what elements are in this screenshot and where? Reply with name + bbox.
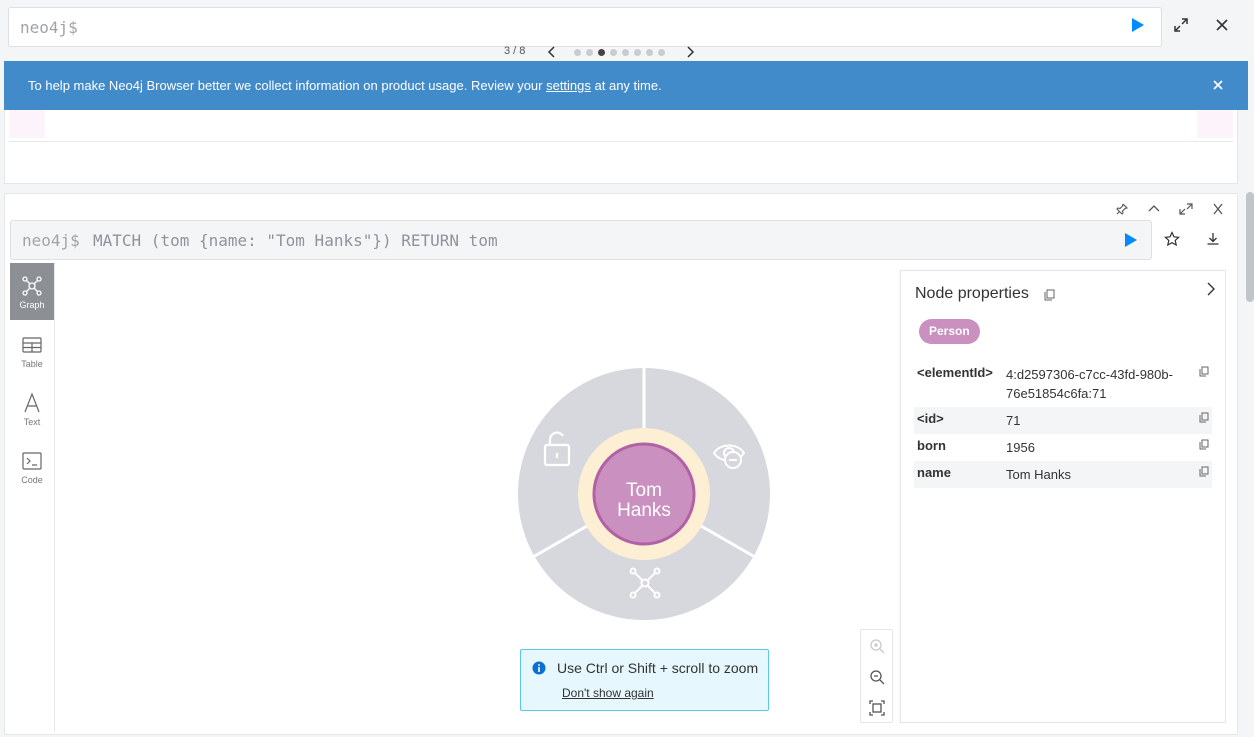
usage-banner: To help make Neo4j Browser better we col… — [4, 61, 1248, 110]
editor-prompt: neo4j$ — [20, 18, 78, 37]
tab-code-label: Code — [21, 475, 43, 485]
properties-title: Node properties — [915, 285, 1029, 302]
top-editor[interactable]: neo4j$ — [8, 7, 1162, 47]
tab-text[interactable]: Text — [10, 380, 54, 437]
query-editor[interactable]: neo4j$ MATCH (tom {name: "Tom Hanks"}) R… — [10, 220, 1152, 260]
carousel-dot[interactable] — [622, 49, 629, 56]
chevron-right-icon[interactable] — [683, 45, 697, 59]
banner-text: To help make Neo4j Browser better we col… — [28, 78, 662, 93]
copy-icon[interactable] — [1199, 412, 1209, 423]
tab-graph-label: Graph — [19, 300, 45, 310]
info-icon — [532, 661, 546, 675]
pin-icon[interactable] — [1113, 202, 1131, 216]
query-run-icon[interactable] — [1124, 232, 1138, 248]
carousel-dot[interactable] — [574, 49, 581, 56]
zoom-controls — [860, 629, 893, 723]
carousel-dots[interactable] — [574, 49, 665, 56]
code-icon — [22, 452, 42, 470]
text-icon — [24, 392, 40, 413]
graph-icon — [22, 276, 42, 296]
node-caption-line2: Hanks — [617, 500, 671, 521]
property-value: Tom Hanks — [1003, 461, 1192, 488]
zoom-hint: Use Ctrl or Shift + scroll to zoom Don't… — [520, 649, 769, 711]
properties-table: <elementId> 4:d2597306-c7cc-43fd-980b-76e… — [914, 361, 1212, 488]
property-value: 1956 — [1006, 440, 1035, 455]
property-key: <elementId> — [917, 365, 993, 380]
tab-code[interactable]: Code — [10, 438, 54, 495]
settings-link[interactable]: settings — [546, 78, 591, 93]
copy-value-cell — [1192, 407, 1212, 434]
guide-carousel — [4, 110, 1238, 184]
table-icon — [22, 337, 42, 353]
graph-canvas[interactable]: Tom Hanks — [514, 364, 774, 624]
node-caption-line1: Tom — [626, 480, 662, 501]
property-value: 71 — [1003, 407, 1192, 434]
property-key: born — [917, 438, 946, 453]
frame-toolbar — [1113, 202, 1227, 216]
tab-text-label: Text — [23, 417, 41, 427]
carousel-counter: 3 / 8 — [504, 45, 526, 57]
tab-graph[interactable]: Graph — [10, 263, 54, 320]
carousel-dot[interactable] — [598, 49, 605, 56]
property-row: <id> 71 — [914, 407, 1212, 434]
zoom-hint-message: Use Ctrl or Shift + scroll to zoom — [557, 660, 759, 676]
property-key: <id> — [914, 407, 1003, 434]
collapse-up-icon[interactable] — [1145, 202, 1163, 216]
property-row: <elementId> 4:d2597306-c7cc-43fd-980b-76e… — [914, 361, 1212, 407]
node-properties-panel: Node properties Person <elementId> 4:d259… — [900, 270, 1226, 723]
carousel-dot[interactable] — [634, 49, 641, 56]
copy-value-cell — [1192, 434, 1212, 461]
copy-icon[interactable] — [1199, 439, 1209, 450]
property-row: name Tom Hanks — [914, 461, 1212, 488]
fullscreen-icon[interactable] — [1177, 202, 1195, 216]
property-key: name — [914, 461, 1003, 488]
carousel-dot[interactable] — [610, 49, 617, 56]
node-label-badge[interactable]: Person — [919, 319, 980, 344]
chevron-right-icon[interactable] — [1204, 281, 1218, 297]
copy-icon[interactable] — [1199, 466, 1209, 477]
tab-table-label: Table — [21, 359, 43, 369]
copy-value-cell — [1192, 461, 1212, 488]
scrollbar[interactable] — [1246, 192, 1254, 302]
query-prompt: neo4j$ — [22, 231, 80, 250]
copy-value-cell — [1192, 361, 1212, 407]
result-frame: neo4j$ MATCH (tom {name: "Tom Hanks"}) R… — [4, 193, 1238, 735]
star-icon[interactable] — [1164, 231, 1180, 247]
run-icon[interactable] — [1131, 17, 1145, 33]
property-row: born 1956 — [914, 434, 1212, 461]
download-icon[interactable] — [1205, 231, 1221, 247]
carousel-dot[interactable] — [646, 49, 653, 56]
frame-close-icon[interactable] — [1209, 202, 1227, 216]
copy-icon[interactable] — [1044, 289, 1055, 301]
property-value: 4:d2597306-c7cc-43fd-980b-76e51854c6fa:7… — [1006, 367, 1173, 401]
dont-show-again-link[interactable]: Don't show again — [562, 686, 654, 700]
copy-icon[interactable] — [1199, 366, 1209, 377]
view-tabs: Graph Table Text Code — [9, 262, 55, 732]
carousel-dot[interactable] — [586, 49, 593, 56]
carousel-dot[interactable] — [658, 49, 665, 56]
zoom-out-icon[interactable] — [869, 669, 885, 685]
banner-close-icon[interactable] — [1212, 79, 1224, 91]
close-icon[interactable] — [1215, 18, 1229, 32]
query-text[interactable]: MATCH (tom {name: "Tom Hanks"}) RETURN t… — [93, 231, 498, 250]
expand-icon[interactable] — [1174, 18, 1188, 32]
tab-table[interactable]: Table — [10, 322, 54, 379]
fit-to-screen-icon[interactable] — [869, 700, 885, 716]
chevron-left-icon[interactable] — [545, 45, 559, 59]
zoom-in-icon[interactable] — [869, 638, 885, 654]
